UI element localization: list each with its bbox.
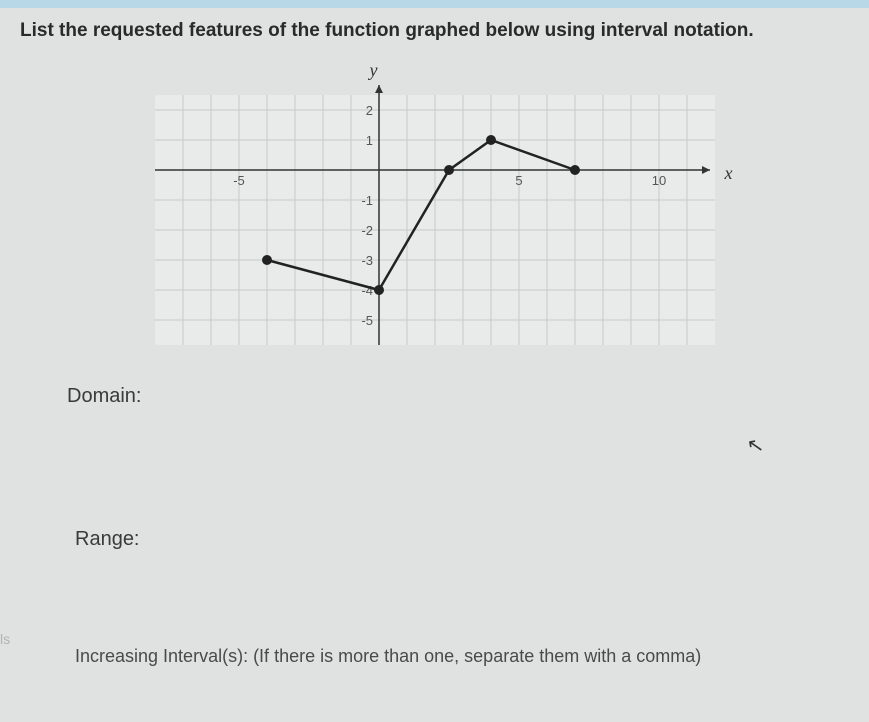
point-end: [570, 165, 580, 175]
x-tick-5: 5: [515, 173, 522, 188]
mouse-cursor-icon: ↖: [745, 432, 766, 460]
x-tick-10: 10: [651, 173, 665, 188]
y-tick-1: 1: [365, 133, 372, 148]
y-tick-neg1: -1: [361, 193, 373, 208]
point-vertex-1: [374, 285, 384, 295]
point-vertex-3: [486, 135, 496, 145]
y-axis-label: y: [370, 60, 378, 81]
y-tick-neg3: -3: [361, 253, 373, 268]
partial-sidebar-text: ls: [0, 631, 10, 647]
function-graph: y x: [155, 75, 715, 345]
increasing-intervals-label: Increasing Interval(s): (If there is mor…: [75, 646, 854, 667]
domain-label: Domain:: [67, 385, 854, 408]
point-vertex-2: [444, 165, 454, 175]
range-label: Range:: [75, 528, 854, 551]
x-axis-label: x: [725, 163, 733, 184]
question-text: List the requested features of the funct…: [20, 18, 854, 45]
x-tick-neg5: -5: [233, 173, 245, 188]
y-tick-2: 2: [365, 103, 372, 118]
y-tick-neg2: -2: [361, 223, 373, 238]
y-tick-neg5: -5: [361, 313, 373, 328]
point-start: [262, 255, 272, 265]
chart-svg: 2 1 -1 -2 -3 -4 -5 -5 5 10: [155, 75, 715, 345]
